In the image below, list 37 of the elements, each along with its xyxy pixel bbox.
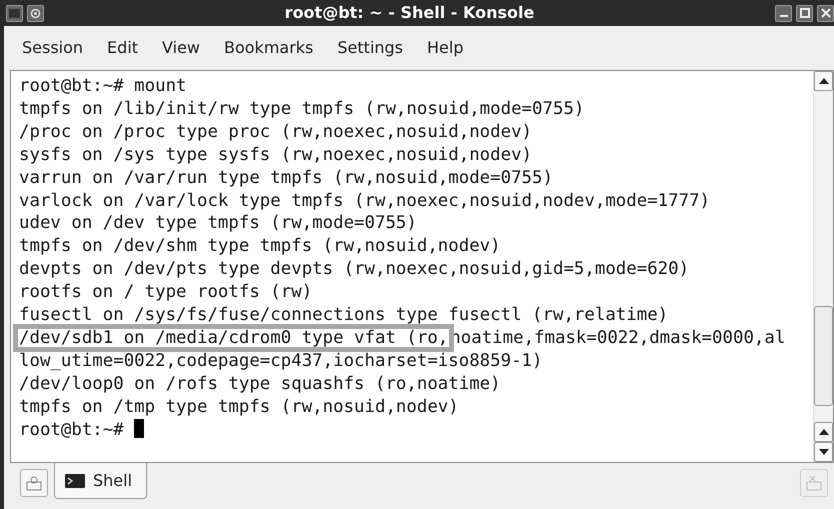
terminal-line: noatime,fmask=0022,dmask=0000,al xyxy=(450,328,786,348)
menu-item[interactable]: Bookmarks xyxy=(220,34,318,62)
terminal-line: /dev/loop0 on /rofs type squashfs (ro,noatime) xyxy=(19,374,501,394)
terminal-line: /proc on /proc type proc (rw,noexec,nosuid,nodev) xyxy=(19,122,532,142)
terminal-line: varlock on /var/lock type tmpfs (rw,noexec,nosuid,nodev,mode=1777) xyxy=(19,190,710,211)
terminal-line: root@bt:~# xyxy=(19,420,124,440)
menu-item[interactable]: Settings xyxy=(333,34,408,62)
terminal-line: fusectl on /sys/fs/fuse/connections type fusectl (rw,relatime) xyxy=(19,305,668,326)
menu-item[interactable]: Edit xyxy=(103,34,142,62)
menu-item[interactable]: Session xyxy=(18,34,88,62)
terminal-line: sysfs on /sys type sysfs (rw,noexec,nosuid,nodev) xyxy=(19,144,532,165)
shell-tab[interactable]: Shell xyxy=(54,463,148,499)
terminal-line: root@bt:~# mount xyxy=(19,76,187,96)
maximize-icon[interactable] xyxy=(796,4,813,22)
close-tab-icon xyxy=(805,474,823,492)
scroll-up-icon[interactable] xyxy=(814,71,833,91)
terminal-line: devpts on /dev/pts type devpts (rw,noexec,nosuid,gid=5,mode=620) xyxy=(19,259,690,280)
scroll-up-icon[interactable] xyxy=(814,422,833,442)
terminal-icon xyxy=(65,474,85,488)
new-tab-icon xyxy=(25,474,43,492)
pin-icon[interactable] xyxy=(27,4,44,22)
terminal-line: varrun on /var/run type tmpfs (rw,nosuid,mode=0755) xyxy=(19,168,553,188)
window-title: root@bt: ~ - Shell - Konsole xyxy=(284,2,536,24)
scrollbar-thumb[interactable] xyxy=(814,306,833,406)
terminal-line: tmpfs on /lib/init/rw type tmpfs (rw,nosuid,mode=0755) xyxy=(19,98,584,119)
terminal-line: low_utime=0022,codepage=cp437,iocharset=iso8859-1) xyxy=(19,350,543,371)
menu-item[interactable]: Help xyxy=(423,34,468,62)
scroll-down-icon[interactable] xyxy=(814,442,833,462)
terminal-line: rootfs on / type rootfs (rw) xyxy=(19,282,312,302)
minimize-icon[interactable] xyxy=(775,4,792,22)
terminal-line: udev on /dev type tmpfs (rw,mode=0755) xyxy=(19,213,417,234)
terminal-line: tmpfs on /tmp type tmpfs (rw,nosuid,nodev) xyxy=(19,396,459,417)
terminal-area[interactable] xyxy=(10,70,834,463)
new-tab-button[interactable] xyxy=(20,469,48,497)
menu-item[interactable]: View xyxy=(158,34,204,62)
terminal-line: tmpfs on /dev/shm type tmpfs (rw,nosuid,nodev) xyxy=(19,236,501,256)
close-icon[interactable] xyxy=(817,4,834,22)
